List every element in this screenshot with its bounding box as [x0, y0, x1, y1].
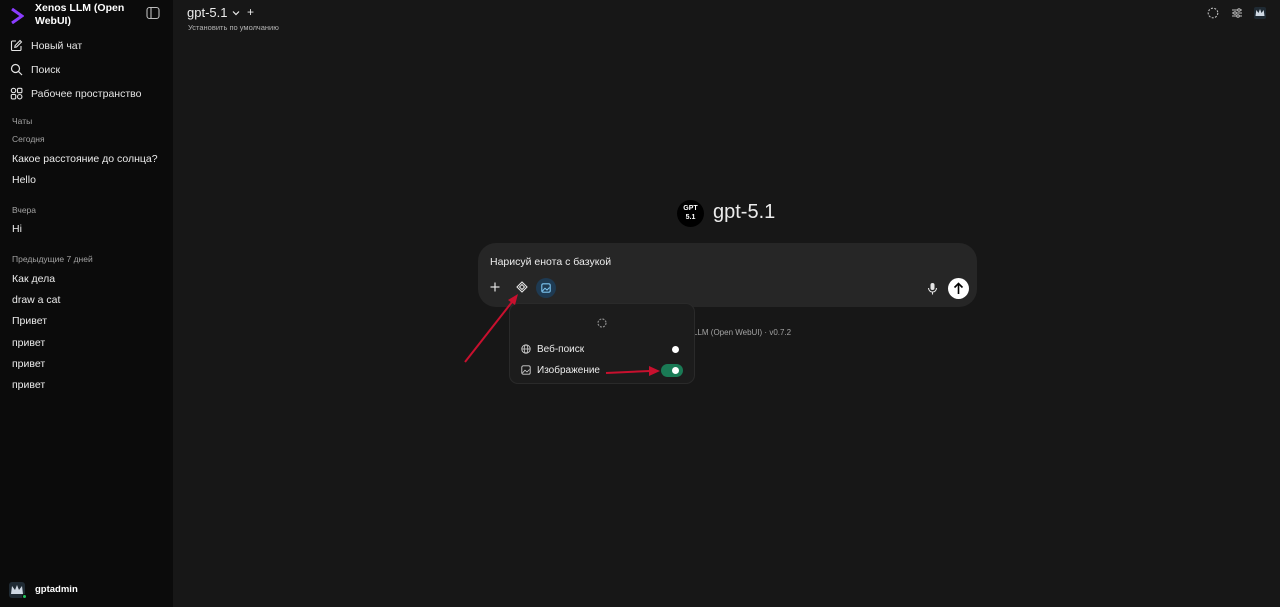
globe-icon	[521, 344, 531, 354]
online-status-dot	[22, 594, 27, 599]
search-icon	[10, 63, 23, 76]
sidebar: Xenos LLM (Open WebUI) Новый чат Поиск Р…	[0, 0, 173, 607]
group-label-yesterday: Вчера	[12, 205, 36, 215]
tools-icon[interactable]	[516, 281, 528, 293]
message-input[interactable]: Нарисуй енота с базукой	[490, 256, 611, 268]
set-default-link[interactable]: Установить по умолчанию	[188, 23, 279, 32]
toggle-knob	[672, 346, 679, 353]
user-avatar-icon[interactable]	[1254, 7, 1266, 19]
model-title: gpt-5.1	[713, 201, 776, 223]
chat-item[interactable]: Hi	[12, 223, 162, 235]
chat-item[interactable]: Как дела	[12, 273, 162, 285]
chat-item[interactable]: Hello	[12, 174, 162, 186]
brand-logo-icon	[11, 8, 24, 24]
model-selector-label: gpt-5.1	[187, 5, 228, 20]
send-button[interactable]	[948, 278, 969, 299]
new-chat-label: Новый чат	[31, 40, 83, 52]
dashed-circle-icon[interactable]	[1207, 7, 1219, 19]
model-badge: GPT 5.1	[677, 200, 704, 227]
app-title: Xenos LLM (Open WebUI)	[35, 2, 125, 27]
sliders-icon[interactable]	[1231, 7, 1243, 19]
image-menu-item[interactable]: Изображение	[521, 363, 686, 379]
group-label-today: Сегодня	[12, 134, 45, 144]
chats-section-label: Чаты	[12, 116, 33, 126]
workspace-label: Рабочее пространство	[31, 88, 142, 100]
badge-line-2: 5.1	[685, 214, 696, 221]
image-generation-button[interactable]	[536, 278, 556, 298]
sidebar-toggle-icon[interactable]	[146, 6, 160, 20]
microphone-icon[interactable]	[927, 282, 938, 295]
workspace-button[interactable]: Рабочее пространство	[10, 85, 165, 103]
web-search-menu-item[interactable]: Веб-поиск	[521, 342, 686, 358]
search-label: Поиск	[31, 64, 61, 76]
workspace-grid-icon	[10, 87, 23, 100]
add-model-button[interactable]: +	[247, 5, 254, 19]
chat-item[interactable]: привет	[12, 379, 162, 391]
tools-menu: Веб-поиск Изображение	[509, 303, 695, 384]
plus-icon[interactable]	[489, 281, 501, 293]
chat-item[interactable]: привет	[12, 337, 162, 349]
chevron-down-icon	[232, 11, 240, 16]
chat-item[interactable]: draw a cat	[12, 294, 162, 306]
image-icon	[541, 283, 551, 293]
image-label: Изображение	[537, 365, 600, 376]
version-footer: LLM (Open WebUI) · v0.7.2	[693, 328, 792, 337]
group-label-previous-7-days: Предыдущие 7 дней	[12, 254, 93, 264]
web-search-label: Веб-поиск	[537, 344, 585, 355]
model-selector[interactable]: gpt-5.1 +	[187, 4, 254, 22]
badge-line-1: GPT	[683, 205, 698, 212]
new-chat-button[interactable]: Новый чат	[10, 37, 165, 55]
image-toggle[interactable]	[661, 364, 683, 377]
user-menu-button[interactable]: gptadmin	[9, 580, 159, 600]
chat-item[interactable]: привет	[12, 358, 162, 370]
search-button[interactable]: Поиск	[10, 61, 165, 79]
message-composer[interactable]: Нарисуй енота с базукой	[478, 243, 977, 307]
web-search-toggle[interactable]	[669, 344, 681, 356]
arrow-up-icon	[953, 282, 964, 294]
user-name: gptadmin	[35, 584, 78, 595]
chat-item[interactable]: Привет	[12, 315, 162, 327]
loading-spinner-icon	[597, 318, 607, 328]
chat-item[interactable]: Какое расстояние до солнца?	[12, 153, 162, 165]
image-icon	[521, 365, 531, 375]
toggle-knob	[672, 367, 679, 374]
pencil-square-icon	[10, 39, 23, 52]
